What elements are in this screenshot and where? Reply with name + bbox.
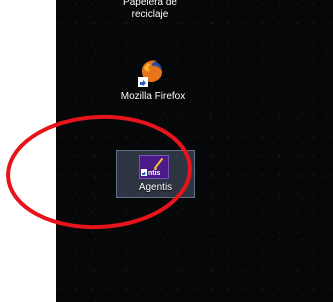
agentis-label: Agentis	[138, 182, 173, 193]
agentis-desktop-icon[interactable]: ntis Agentis	[116, 150, 195, 198]
recycle-bin-label-line-2: reciclaje	[131, 9, 169, 20]
agentis-glyph-text: ntis	[148, 170, 161, 177]
firefox-icon	[138, 60, 162, 87]
firefox-desktop-icon[interactable]: Mozilla Firefox	[114, 58, 192, 106]
desktop-background: Papelera de reciclaje Mozilla Firefox nt…	[56, 0, 333, 302]
firefox-label: Mozilla Firefox	[120, 91, 186, 102]
agentis-icon: ntis	[139, 155, 169, 179]
recycle-bin-label-line-1: Papelera de	[123, 0, 177, 8]
recycle-bin-desktop-icon[interactable]: Papelera de reciclaje	[118, 0, 182, 30]
screenshot: Papelera de reciclaje Mozilla Firefox nt…	[0, 0, 333, 302]
